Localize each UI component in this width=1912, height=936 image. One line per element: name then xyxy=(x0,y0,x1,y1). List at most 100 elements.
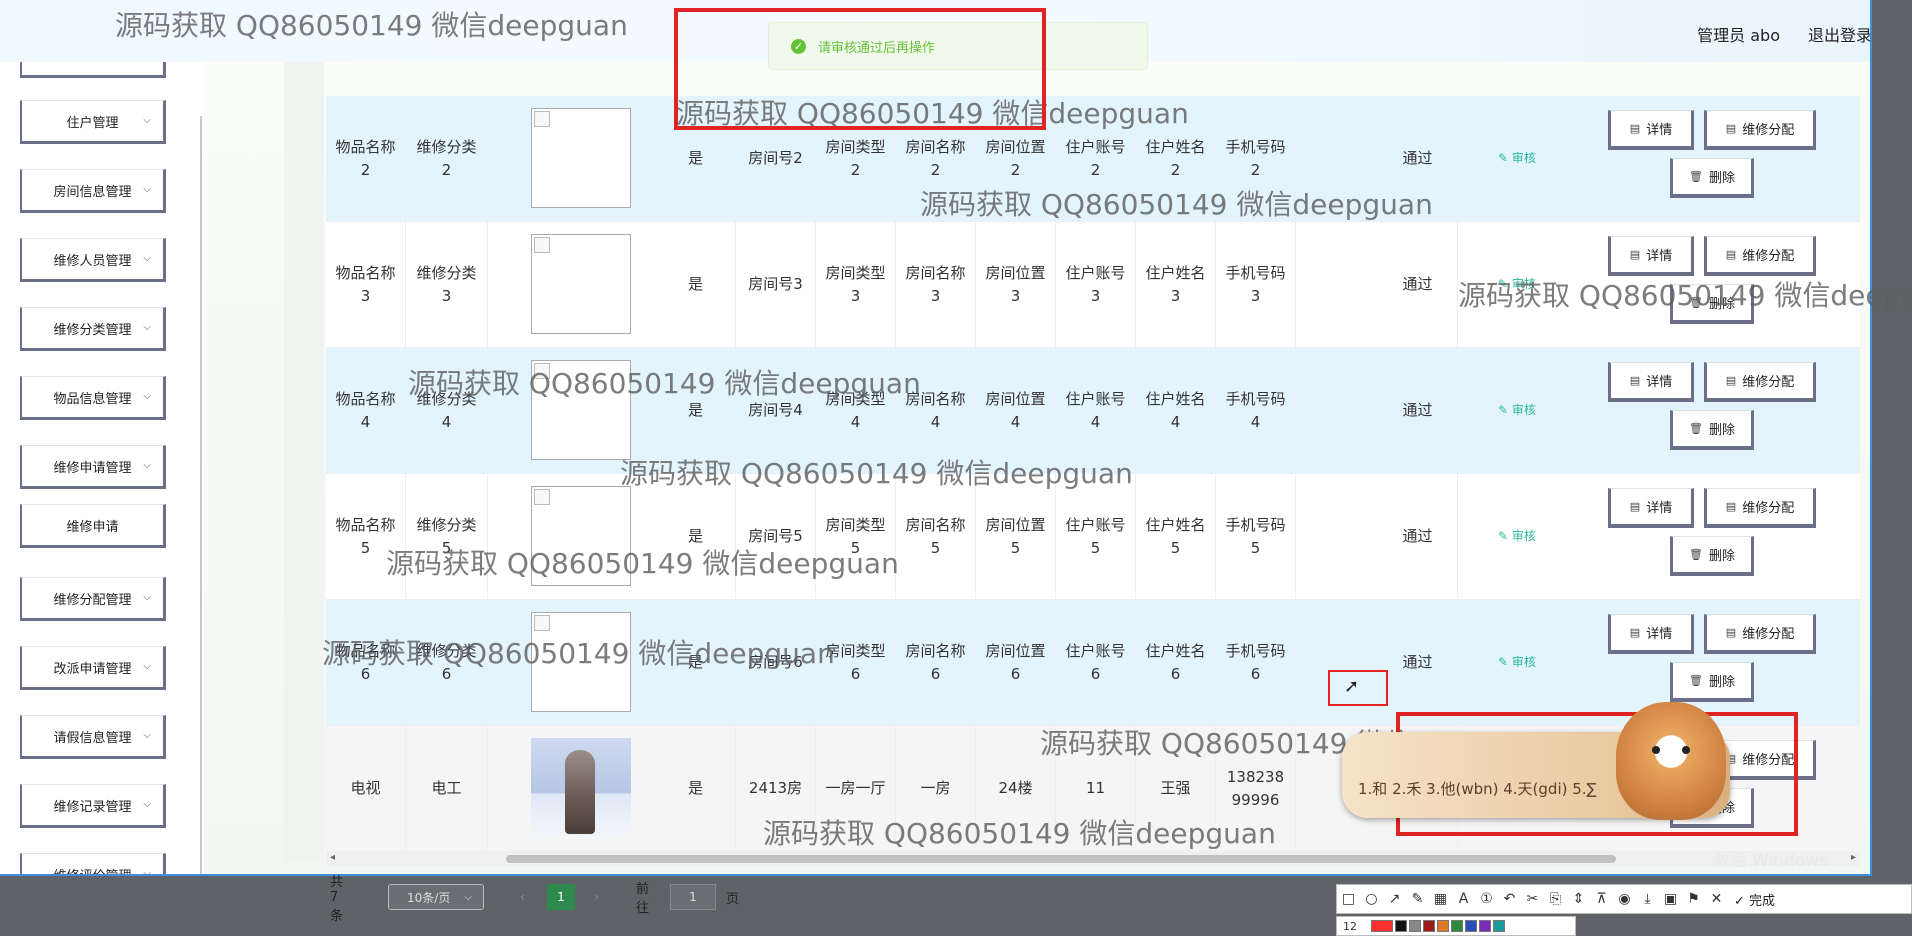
cut-icon[interactable]: ✂ xyxy=(1521,891,1544,907)
delete-button[interactable]: 🗑 删除 xyxy=(1670,410,1754,450)
color-swatch-blue[interactable] xyxy=(1465,920,1477,932)
bookmark-icon[interactable]: ⚑ xyxy=(1682,891,1705,907)
delete-button[interactable]: 🗑 删除 xyxy=(1670,158,1754,198)
audit-link[interactable]: ✎ 审核 xyxy=(1498,527,1536,544)
cell-text: 通过 xyxy=(1402,401,1433,419)
trash-icon: 🗑 xyxy=(1689,422,1703,435)
cell-text: 是 xyxy=(687,653,703,671)
cell-text: 房间号6 xyxy=(748,653,803,671)
scroll-thumb[interactable] xyxy=(506,855,1616,863)
audit-link[interactable]: ✎ 审核 xyxy=(1498,149,1536,166)
dog-eye xyxy=(1682,746,1690,754)
assign-repair-button[interactable]: ▤ 维修分配 xyxy=(1704,362,1816,402)
sidebar-item-label: 维修评价管理 xyxy=(53,868,132,876)
color-swatch-darkred[interactable] xyxy=(1423,920,1435,932)
font-size-select[interactable]: 12 xyxy=(1343,920,1357,933)
color-swatch-black[interactable] xyxy=(1395,920,1407,932)
scroll-right-icon[interactable]: ▸ xyxy=(1851,852,1856,863)
audit-link[interactable]: ✎ 审核 xyxy=(1498,275,1536,292)
color-swatch-red[interactable] xyxy=(1371,920,1393,932)
assign-repair-button[interactable]: ▤ 维修分配 xyxy=(1704,488,1816,528)
cell-text: 住户账号3 xyxy=(1065,263,1126,305)
detail-button[interactable]: ▤ 详情 xyxy=(1608,236,1694,276)
detail-button[interactable]: ▤ 详情 xyxy=(1608,110,1694,150)
logout-link[interactable]: 退出登录 xyxy=(1808,22,1870,46)
sidebar-item-records[interactable]: 维修记录管理 ⌵ xyxy=(20,784,166,828)
cell-text: 手机号码5 xyxy=(1225,515,1286,557)
sidebar-item-categories[interactable]: 维修分类管理 ⌵ xyxy=(20,307,166,351)
sidebar-item-repairers[interactable]: 维修人员管理 ⌵ xyxy=(20,238,166,282)
sidebar-item-assignments[interactable]: 维修分配管理 ⌵ xyxy=(20,577,166,621)
button-label: 详情 xyxy=(1646,123,1673,138)
trash-icon: 🗑 xyxy=(1689,296,1703,309)
color-swatch-teal[interactable] xyxy=(1493,920,1505,932)
page-number-active[interactable]: 1 xyxy=(547,884,575,910)
cell-status: 通过 xyxy=(1378,474,1458,599)
color-swatch-gray[interactable] xyxy=(1409,920,1421,932)
audit-label: 审核 xyxy=(1511,655,1536,669)
close-icon[interactable]: ✕ xyxy=(1705,891,1728,907)
number-tool-icon[interactable]: ① xyxy=(1475,891,1498,907)
download-icon[interactable]: ⤓ xyxy=(1636,891,1659,907)
cell-item-name: 电视 xyxy=(326,726,406,851)
color-swatch-orange[interactable] xyxy=(1437,920,1449,932)
assign-repair-button[interactable]: ▤ 维修分配 xyxy=(1704,614,1816,654)
pin-icon[interactable]: ⊼ xyxy=(1590,891,1613,907)
color-swatch-green[interactable] xyxy=(1451,920,1463,932)
ocr-icon[interactable]: ⎘ xyxy=(1544,891,1567,907)
prev-page-icon[interactable]: ‹ xyxy=(520,884,525,910)
delete-button[interactable]: 🗑 删除 xyxy=(1670,284,1754,324)
cell-text: 房间名称4 xyxy=(905,389,966,431)
rectangle-tool-icon[interactable]: □ xyxy=(1337,891,1360,907)
sidebar-subitem-request[interactable]: 维修申请 xyxy=(20,504,166,548)
assign-repair-button[interactable]: ▤ 维修分配 xyxy=(1704,110,1816,150)
sidebar-item-leave[interactable]: 请假信息管理 ⌵ xyxy=(20,715,166,759)
goto-page-input[interactable]: 1 xyxy=(670,884,716,910)
sidebar-item-label: 改派申请管理 xyxy=(53,661,132,677)
sidebar-item-items[interactable]: 物品信息管理 ⌵ xyxy=(20,376,166,420)
audit-link[interactable]: ✎ 审核 xyxy=(1498,653,1536,670)
chevron-down-icon: ⌵ xyxy=(143,730,151,741)
page-size-select[interactable]: 10条/页 ⌵ xyxy=(388,884,484,910)
cell-account: 住户账号6 xyxy=(1056,600,1136,725)
mosaic-tool-icon[interactable]: ▦ xyxy=(1429,891,1452,907)
ellipse-tool-icon[interactable]: ○ xyxy=(1360,891,1383,907)
delete-button[interactable]: 🗑 删除 xyxy=(1670,536,1754,576)
sidebar-item-residents[interactable]: 住户管理 ⌵ xyxy=(20,100,166,144)
done-button[interactable]: ✓ 完成 xyxy=(1734,890,1775,909)
cell-account: 住户账号5 xyxy=(1056,474,1136,599)
page-size-value: 10条/页 xyxy=(407,890,451,905)
sidebar-item-label: 房间信息管理 xyxy=(53,184,132,200)
horizontal-scrollbar[interactable]: ◂ ▸ xyxy=(326,852,1860,866)
sidebar-item-top[interactable] xyxy=(20,62,166,78)
assign-repair-button[interactable]: ▤ 维修分配 xyxy=(1704,236,1816,276)
scroll-capture-icon[interactable]: ⇕ xyxy=(1567,891,1590,907)
delete-button[interactable]: 🗑 删除 xyxy=(1670,662,1754,702)
cell-text: 手机号码2 xyxy=(1225,137,1286,179)
chevron-down-icon: ⌵ xyxy=(143,253,151,264)
sidebar-item-reassign[interactable]: 改派申请管理 ⌵ xyxy=(20,646,166,690)
detail-button[interactable]: ▤ 详情 xyxy=(1608,488,1694,528)
arrow-tool-icon[interactable]: ↗ xyxy=(1383,891,1406,907)
save-icon[interactable]: ▣ xyxy=(1659,891,1682,907)
cell-room-type: 房间类型5 xyxy=(816,474,896,599)
undo-icon[interactable]: ↶ xyxy=(1498,891,1521,907)
pen-tool-icon[interactable]: ✎ xyxy=(1406,891,1429,907)
sidebar-item-reviews[interactable]: 维修评价管理 ⌵ xyxy=(20,853,166,876)
text-tool-icon[interactable]: A xyxy=(1452,891,1475,907)
color-swatch-purple[interactable] xyxy=(1479,920,1491,932)
document-icon: ▤ xyxy=(1629,374,1641,387)
item-image xyxy=(531,234,631,334)
sidebar-item-requests[interactable]: 维修申请管理 ⌵ xyxy=(20,445,166,489)
button-label: 维修分配 xyxy=(1742,249,1795,264)
cell-resident-name: 王强 xyxy=(1136,726,1216,851)
cell-text: 维修分类6 xyxy=(416,641,477,683)
detail-button[interactable]: ▤ 详情 xyxy=(1608,614,1694,654)
audit-link[interactable]: ✎ 审核 xyxy=(1498,401,1536,418)
detail-button[interactable]: ▤ 详情 xyxy=(1608,362,1694,402)
next-page-icon[interactable]: › xyxy=(594,884,599,910)
sidebar-item-rooms[interactable]: 房间信息管理 ⌵ xyxy=(20,169,166,213)
scroll-left-icon[interactable]: ◂ xyxy=(330,852,335,863)
cell-text: 住户姓名4 xyxy=(1145,389,1206,431)
record-icon[interactable]: ◉ xyxy=(1613,891,1636,907)
